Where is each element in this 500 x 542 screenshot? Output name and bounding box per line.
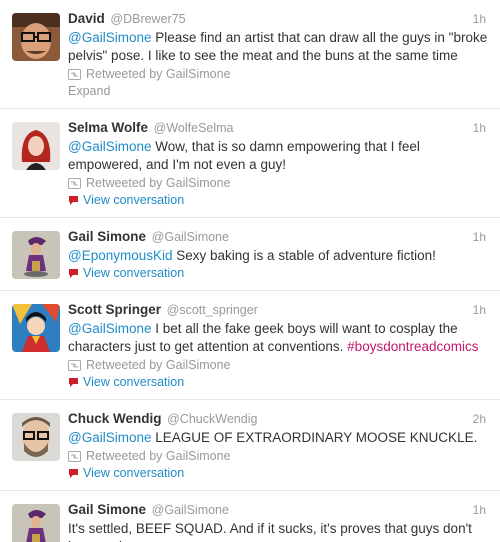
user-fullname[interactable]: David [68, 11, 105, 26]
mention-link[interactable]: @GailSimone [68, 139, 152, 154]
tweet-body: It's settled, BEEF SQUAD. And if it suck… [68, 521, 472, 542]
retweet-info: Retweeted by GailSimone [68, 175, 488, 192]
view-conversation-label: View conversation [83, 266, 185, 280]
tweet-timestamp[interactable]: 1h [473, 12, 486, 26]
view-conversation-link[interactable]: View conversation [68, 465, 488, 482]
conversation-icon [68, 377, 79, 388]
user-handle[interactable]: @GailSimone [152, 230, 229, 244]
tweet-text: It's settled, BEEF SQUAD. And if it suck… [68, 520, 488, 542]
tweet-timestamp[interactable]: 1h [473, 230, 486, 244]
view-conversation-label: View conversation [83, 466, 185, 480]
expand-link[interactable]: Expand [68, 83, 488, 100]
user-avatar-figurine[interactable] [12, 504, 60, 542]
retweet-icon [68, 451, 81, 462]
tweet-text: @GailSimone LEAGUE OF EXTRAORDINARY MOOS… [68, 429, 488, 447]
retweet-info: Retweeted by GailSimone [68, 357, 488, 374]
tweet-body: LEAGUE OF EXTRAORDINARY MOOSE KNUCKLE. [151, 430, 478, 445]
conversation-icon [68, 195, 79, 206]
tweet-text: @GailSimone Wow, that is so damn empower… [68, 138, 488, 174]
retweet-icon [68, 178, 81, 189]
tweet-text: @GailSimone Please find an artist that c… [68, 29, 488, 65]
retweeted-by-label[interactable]: Retweeted by GailSimone [86, 175, 231, 192]
conversation-icon [68, 268, 79, 279]
user-avatar-beard-glasses[interactable] [12, 413, 60, 461]
tweet[interactable]: Gail Simone @GailSimone 1h @EponymousKid… [0, 218, 500, 291]
tweet[interactable]: Scott Springer @scott_springer 1h @GailS… [0, 291, 500, 400]
tweet-body: Sexy baking is a stable of adventure fic… [172, 248, 436, 263]
retweeted-by-label[interactable]: Retweeted by GailSimone [86, 66, 231, 83]
view-conversation-label: View conversation [83, 375, 185, 389]
user-fullname[interactable]: Gail Simone [68, 229, 146, 244]
retweeted-by-label[interactable]: Retweeted by GailSimone [86, 357, 231, 374]
user-avatar-comic[interactable] [12, 304, 60, 352]
user-avatar-glasses[interactable] [12, 13, 60, 61]
retweet-info: Retweeted by GailSimone [68, 448, 488, 465]
tweet-timeline: David @DBrewer75 1h @GailSimone Please f… [0, 0, 500, 542]
expand-label: Expand [68, 84, 111, 98]
conversation-icon [68, 468, 79, 479]
retweet-icon [68, 69, 81, 80]
user-avatar-figurine[interactable] [12, 231, 60, 279]
user-fullname[interactable]: Gail Simone [68, 502, 146, 517]
tweet[interactable]: David @DBrewer75 1h @GailSimone Please f… [0, 0, 500, 109]
user-handle[interactable]: @WolfeSelma [154, 121, 234, 135]
user-handle[interactable]: @scott_springer [167, 303, 258, 317]
user-fullname[interactable]: Scott Springer [68, 302, 161, 317]
retweeted-by-label[interactable]: Retweeted by GailSimone [86, 448, 231, 465]
view-conversation-label: View conversation [83, 193, 185, 207]
hashtag-link[interactable]: #boysdontreadcomics [347, 339, 478, 354]
tweet-timestamp[interactable]: 1h [473, 303, 486, 317]
mention-link[interactable]: @EponymousKid [68, 248, 173, 263]
tweet-timestamp[interactable]: 1h [473, 503, 486, 517]
mention-link[interactable]: @GailSimone [68, 30, 152, 45]
tweet[interactable]: Chuck Wendig @ChuckWendig 2h @GailSimone… [0, 400, 500, 491]
tweet-timestamp[interactable]: 2h [473, 412, 486, 426]
user-fullname[interactable]: Selma Wolfe [68, 120, 148, 135]
view-conversation-link[interactable]: View conversation [68, 265, 488, 282]
tweet[interactable]: Selma Wolfe @WolfeSelma 1h @GailSimone W… [0, 109, 500, 218]
user-handle[interactable]: @ChuckWendig [167, 412, 257, 426]
view-conversation-link[interactable]: View conversation [68, 374, 488, 391]
tweet[interactable]: Gail Simone @GailSimone 1h It's settled,… [0, 491, 500, 542]
mention-link[interactable]: @GailSimone [68, 430, 152, 445]
user-fullname[interactable]: Chuck Wendig [68, 411, 162, 426]
tweet-text: @GailSimone I bet all the fake geek boys… [68, 320, 488, 356]
view-conversation-link[interactable]: View conversation [68, 192, 488, 209]
retweet-icon [68, 360, 81, 371]
tweet-text: @EponymousKid Sexy baking is a stable of… [68, 247, 488, 265]
user-avatar-redhead[interactable] [12, 122, 60, 170]
mention-link[interactable]: @GailSimone [68, 321, 152, 336]
user-handle[interactable]: @GailSimone [152, 503, 229, 517]
retweet-info: Retweeted by GailSimone [68, 66, 488, 83]
user-handle[interactable]: @DBrewer75 [110, 12, 185, 26]
tweet-timestamp[interactable]: 1h [473, 121, 486, 135]
